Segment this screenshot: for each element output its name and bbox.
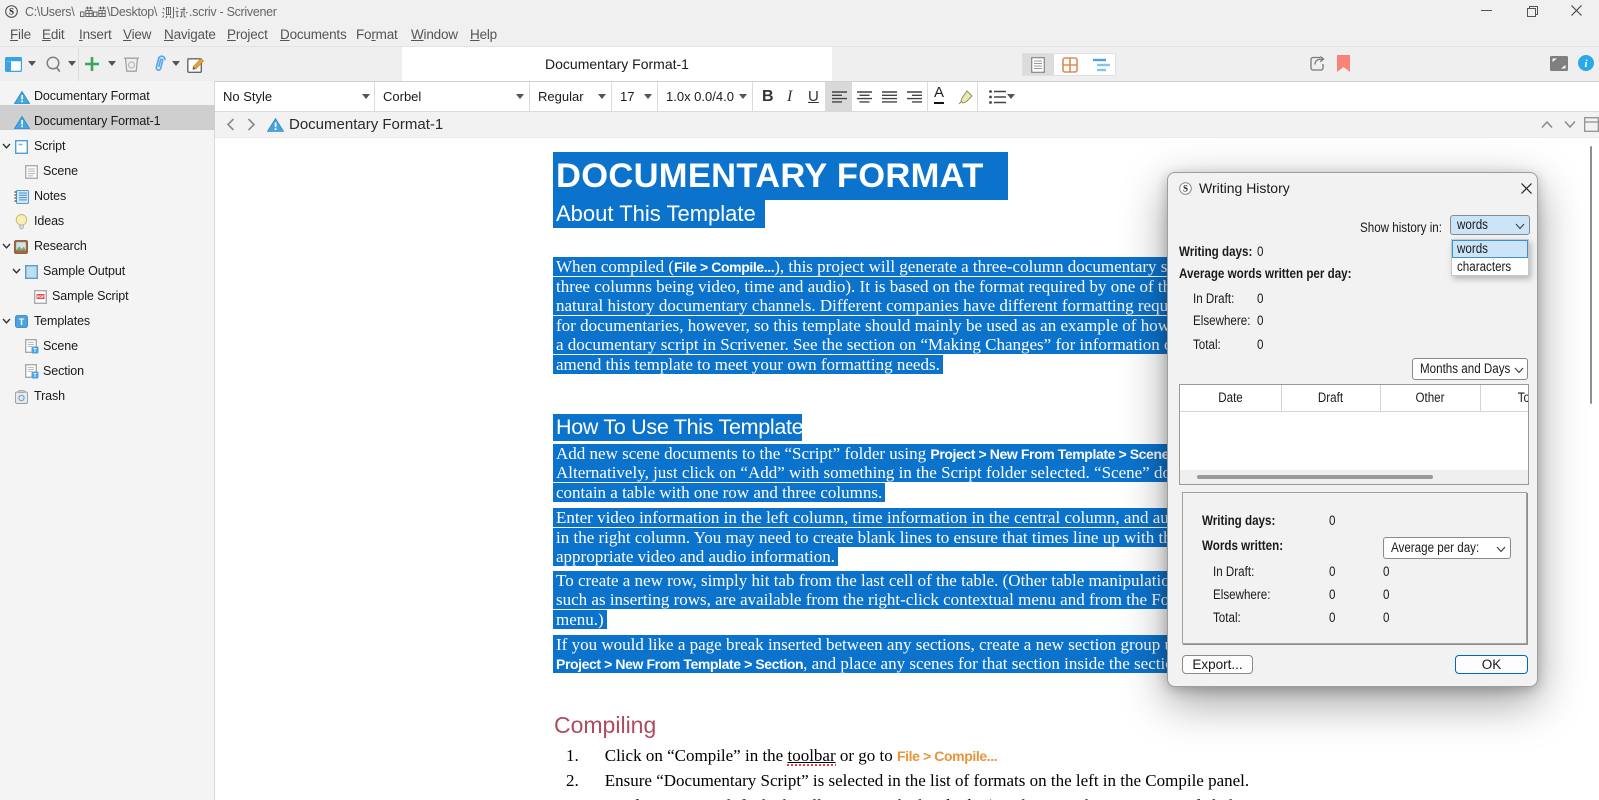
svg-text:S: S xyxy=(1183,184,1188,194)
svg-text:S: S xyxy=(9,7,14,17)
svg-text:PDF: PDF xyxy=(37,295,45,299)
svg-text:T: T xyxy=(33,373,37,379)
svg-text:T: T xyxy=(19,317,25,327)
svg-text:T: T xyxy=(33,348,37,354)
